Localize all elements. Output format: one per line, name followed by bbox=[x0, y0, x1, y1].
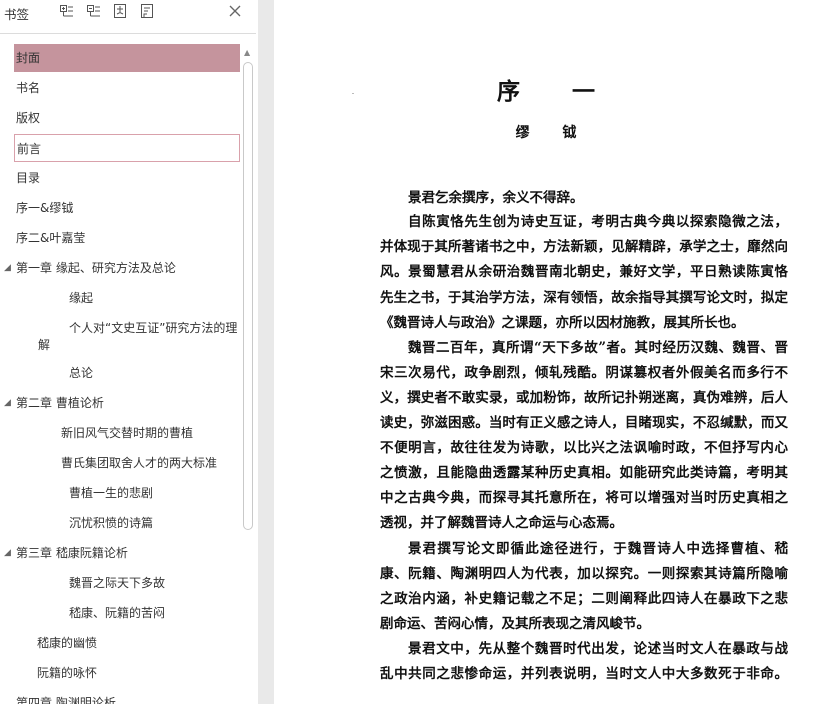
text-line: 之政治内涵，补史籍记载之不足；二则阐释此四诗人在暴政下之悲 bbox=[380, 591, 788, 607]
bookmark-tree: 封面书名版权前言目录序一&缪钺序二&叶嘉莹 ◢ 第一章 缘起、研究方法及总论缘起个人… bbox=[0, 43, 242, 704]
text-line: 中之古典今典，而探寻其托意所在，将可以增强对当时历史真相之 bbox=[380, 490, 788, 506]
close-icon[interactable] bbox=[226, 2, 244, 20]
sidebar-item[interactable]: 嵇康、阮籍的苦闷 bbox=[14, 599, 240, 627]
collapse-all-icon[interactable] bbox=[85, 3, 101, 19]
sidebar-item-label: 目录 bbox=[16, 171, 41, 185]
sidebar-item-label: 封面 bbox=[16, 51, 41, 65]
text-line: 自陈寅恪先生创为诗史互证，考明古典今典以探索隐微之法， bbox=[408, 214, 788, 230]
text-line: 读史，弥滋困惑。当时有正义感之诗人，目睹现实，不忍缄默，而又 bbox=[380, 415, 788, 431]
text-line: 义，撰史者不敢实录，或加粉饰，故所记扑朔迷离，真伪难辨，后人 bbox=[380, 390, 788, 406]
text-line: 之愤激，且能隐曲透露某种历史真相。如能研究此类诗篇，考明其 bbox=[380, 465, 788, 481]
sidebar-item-label: 沉忧积愤的诗篇 bbox=[69, 516, 154, 530]
sidebar-item[interactable]: ◢ 第一章 缘起、研究方法及总论 bbox=[4, 254, 240, 282]
page-title: 序 一 bbox=[496, 78, 617, 105]
sidebar-item-label: 嵇康的幽愤 bbox=[37, 636, 98, 650]
text-line: 风。景蜀慧君从余研治魏晋南北朝史，兼好文学，平日熟读陈寅恪 bbox=[380, 264, 788, 280]
sidebar-item[interactable]: 曹氏集团取舍人才的两大标准 bbox=[14, 449, 240, 477]
sidebar-item-label: 阮籍的咏怀 bbox=[37, 666, 98, 680]
sidebar-item[interactable]: 序一&缪钺 bbox=[14, 194, 240, 222]
sidebar-item[interactable]: 曹植一生的悲剧 bbox=[14, 479, 240, 507]
sidebar-item[interactable]: 魏晋之际天下多故 bbox=[14, 569, 240, 597]
sidebar-item-label: 前言 bbox=[17, 142, 42, 156]
bookmark-panel-title: 书签 bbox=[4, 7, 30, 22]
sidebar-item[interactable]: 嵇康的幽愤 bbox=[14, 629, 240, 657]
text-line: 景君乞余撰序，余义不得辞。 bbox=[408, 190, 584, 206]
sidebar-item[interactable]: 阮籍的咏怀 bbox=[14, 659, 240, 687]
text-line: 魏晋二百年，真所谓“天下多故”者。其时经历汉魏、魏晋、晋 bbox=[408, 340, 788, 356]
text-line: 宋三次易代，政争剧烈，倾轧残酷。阴谋篡权者外假美名而多行不 bbox=[380, 365, 788, 381]
bookmark-panel-header: 书签 bbox=[0, 0, 258, 26]
text-line: 剧命运、苦闷心情，及其所表现之清风峻节。 bbox=[380, 616, 650, 632]
sidebar-item-label: 版权 bbox=[16, 111, 41, 125]
sidebar-item[interactable]: 书名 bbox=[14, 74, 240, 102]
text-line: 康、阮籍、陶渊明四人为代表，加以探究。一则探索其诗篇所隐喻 bbox=[380, 566, 788, 582]
sidebar-item[interactable]: 新旧风气交替时期的曹植 bbox=[14, 419, 240, 447]
panel-splitter[interactable] bbox=[258, 0, 274, 704]
sidebar-item[interactable]: 序二&叶嘉莹 bbox=[14, 224, 240, 252]
sidebar-item[interactable]: ◢ 第三章 嵇康阮籍论析 bbox=[4, 539, 240, 567]
sidebar-item[interactable]: 目录 bbox=[14, 164, 240, 192]
sidebar-item-label: 嵇康、阮籍的苦闷 bbox=[69, 606, 166, 620]
chevron-down-icon[interactable]: ◢ bbox=[4, 539, 11, 567]
scroll-up-icon[interactable]: ▲ bbox=[244, 48, 250, 57]
sidebar-item-label: 第一章 缘起、研究方法及总论 bbox=[16, 261, 176, 275]
sidebar-item[interactable]: 前言 bbox=[14, 134, 240, 162]
sidebar-item[interactable]: 总论 bbox=[14, 359, 240, 387]
sidebar-scrollbar-thumb[interactable] bbox=[243, 62, 253, 530]
sidebar-item-label: 序一&缪钺 bbox=[16, 201, 74, 215]
bookmark-panel: 书签 封面 书名 版权 前言 目录 序一&缪钺 序二&叶嘉莹 ◢ 第一章 缘起、… bbox=[0, 0, 258, 704]
text-line: 透视，并了解魏晋诗人之命运与心态焉。 bbox=[380, 515, 623, 531]
sidebar-item-label: 总论 bbox=[69, 366, 94, 380]
expand-all-icon[interactable] bbox=[58, 3, 74, 19]
sidebar-item-label: 第二章 曹植论析 bbox=[16, 396, 104, 410]
text-line: 并体现于其所著诸书之中，方法新颖，见解精辟，承学之士，靡然向 bbox=[380, 239, 788, 255]
sidebar-item-label: 缘起 bbox=[69, 291, 94, 305]
sidebar-item[interactable]: 版权 bbox=[14, 104, 240, 132]
sidebar-item[interactable]: 第四章 陶渊明论析 bbox=[14, 689, 240, 704]
sidebar-item[interactable]: 个人对“文史互证”研究方法的理解 bbox=[14, 314, 240, 354]
sidebar-item-label: 第三章 嵇康阮籍论析 bbox=[16, 546, 128, 560]
text-line: 景君撰写论文即循此途径进行，于魏晋诗人中选择曹植、嵇 bbox=[408, 541, 788, 557]
document-page: 序 一 缪 钺 景君乞余撰序，余义不得辞。自陈寅恪先生创为诗史互证，考明古典今典… bbox=[274, 0, 818, 704]
chevron-down-icon[interactable]: ◢ bbox=[4, 254, 11, 282]
bookmark-settings-icon[interactable] bbox=[139, 3, 155, 19]
sidebar-item-label: 个人对“文史互证”研究方法的理解 bbox=[38, 321, 238, 352]
text-line: 不便明言，故往往发为诗歌，以比兴之法讽喻时政，不但抒写内心 bbox=[380, 440, 788, 456]
sidebar-item[interactable]: ◢ 第二章 曹植论析 bbox=[4, 389, 240, 417]
sidebar-item-label: 新旧风气交替时期的曹植 bbox=[61, 426, 194, 440]
sidebar-item-label: 序二&叶嘉莹 bbox=[16, 231, 86, 245]
text-line: 乱中共同之悲惨命运，并列表说明，当时文人中大多数死于非命。 bbox=[380, 666, 788, 682]
sidebar-item-label: 书名 bbox=[16, 81, 41, 95]
sidebar-item[interactable]: 沉忧积愤的诗篇 bbox=[14, 509, 240, 537]
text-line: 景君文中，先从整个魏晋时代出发，论述当时文人在暴政与战 bbox=[408, 641, 788, 657]
sidebar-scrollbar[interactable] bbox=[242, 62, 254, 704]
add-bookmark-icon[interactable] bbox=[112, 3, 128, 19]
text-line: 《魏晋诗人与政治》之课题，亦所以因材施教，展其所长也。 bbox=[380, 315, 745, 331]
header-divider bbox=[0, 33, 256, 34]
sidebar-item[interactable]: 缘起 bbox=[14, 284, 240, 312]
sidebar-item-label: 第四章 陶渊明论析 bbox=[16, 696, 116, 704]
sidebar-item-label: 曹氏集团取舍人才的两大标准 bbox=[61, 456, 218, 470]
chevron-down-icon[interactable]: ◢ bbox=[4, 389, 11, 417]
text-line: 先生之书，于其治学方法，深有领悟，故余指导其撰写论文时，拟定 bbox=[380, 290, 788, 306]
page-author: 缪 钺 bbox=[515, 125, 591, 141]
sidebar-item-label: 曹植一生的悲剧 bbox=[69, 486, 154, 500]
sidebar-item-label: 魏晋之际天下多故 bbox=[69, 576, 166, 590]
sidebar-item[interactable]: 封面 bbox=[14, 44, 240, 72]
